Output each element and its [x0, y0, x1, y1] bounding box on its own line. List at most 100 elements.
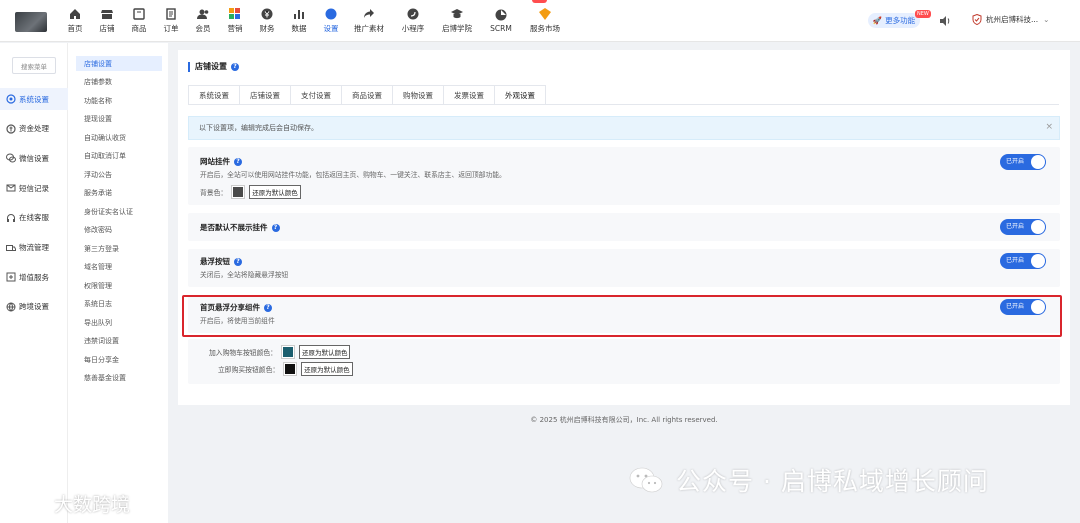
tab-1[interactable]: 店铺设置: [239, 85, 290, 105]
subnav-item[interactable]: 浮动公告: [76, 167, 162, 182]
float-button-toggle[interactable]: 已开启: [1000, 253, 1046, 269]
miniapp-icon: [407, 8, 419, 20]
nav-item-home[interactable]: 首页: [60, 0, 90, 42]
subnav-item[interactable]: 提现设置: [76, 112, 162, 127]
nav-item-settings[interactable]: 设置: [316, 0, 346, 42]
subnav-item[interactable]: 权限管理: [76, 278, 162, 293]
new-badge: NEW: [915, 10, 931, 18]
sidebar-item-gear[interactable]: 系统设置: [0, 88, 68, 110]
footer-copyright: © 2025 杭州启博科技有限公司，Inc. All rights reserv…: [530, 416, 718, 424]
hide-plugin-toggle[interactable]: 已开启: [1000, 219, 1046, 235]
nav-item-label: 财务: [259, 24, 275, 33]
top-navigation-bar: 首页 店铺 商品 订单 会员 营销 财务 数据 设置 推广素材 小程序 启博学院 SCRM 服务市场 HOT…: [0, 0, 1080, 42]
tab-3[interactable]: 商品设置: [341, 85, 392, 105]
site-plugin-toggle[interactable]: 已开启: [1000, 154, 1046, 170]
sidebar-item-wechat[interactable]: 微信设置: [0, 147, 68, 169]
tabs-divider: [188, 104, 1059, 105]
help-icon[interactable]: ?: [234, 257, 242, 266]
bg-color-row: 背景色： 还原为默认颜色: [200, 185, 301, 199]
sidebar-item-headset[interactable]: 在线客服: [0, 207, 68, 229]
help-icon[interactable]: ?: [231, 62, 239, 71]
subnav-item[interactable]: 域名管理: [76, 260, 162, 275]
subnav-item[interactable]: 第三方登录: [76, 241, 162, 256]
sidebar-item-globe[interactable]: 跨境设置: [0, 296, 68, 318]
store-logo[interactable]: [15, 12, 47, 32]
store-switcher[interactable]: 杭州启博科技... ⌄: [972, 14, 1049, 25]
sidebar-item-label: 资金处理: [19, 124, 49, 134]
sidebar-item-money[interactable]: 资金处理: [0, 118, 68, 140]
truck-icon: [6, 244, 16, 251]
tab-4[interactable]: 购物设置: [392, 85, 443, 105]
tab-0[interactable]: 系统设置: [188, 85, 239, 105]
sidebar-item-plus-service[interactable]: 增值服务: [0, 266, 68, 288]
data-icon: [293, 8, 305, 20]
nav-item-academy[interactable]: 启博学院: [436, 0, 478, 42]
nav-item-label: 设置: [323, 24, 339, 33]
nav-item-share[interactable]: 推广素材: [348, 0, 390, 42]
finance-icon: [261, 8, 273, 20]
nav-item-miniapp[interactable]: 小程序: [392, 0, 434, 42]
plus-service-icon: [6, 272, 16, 282]
hide-plugin-default-setting: 是否默认不展示挂件 ? 已开启: [188, 213, 1060, 241]
speaker-icon[interactable]: [939, 15, 951, 27]
goods-icon: [133, 8, 145, 20]
page-title: 店铺设置 ?: [188, 61, 239, 72]
money-icon: [6, 124, 16, 134]
nav-item-label: 小程序: [401, 24, 425, 33]
primary-sidebar: 搜索菜单 系统设置资金处理微信设置短信记录在线客服物流管理增值服务跨境设置: [0, 43, 68, 523]
nav-item-scrm[interactable]: SCRM: [480, 0, 522, 42]
sidebar-item-label: 物流管理: [19, 243, 49, 252]
sidebar-item-sms[interactable]: 短信记录: [0, 177, 68, 199]
menu-search-input[interactable]: 搜索菜单: [12, 57, 56, 74]
sidebar-item-label: 短信记录: [19, 183, 49, 193]
subnav-item[interactable]: 每日分享金: [76, 352, 162, 367]
tab-2[interactable]: 支付设置: [290, 85, 341, 105]
subnav-item[interactable]: 店铺参数: [76, 75, 162, 90]
nav-item-store[interactable]: 店铺: [92, 0, 122, 42]
autosave-notice: 以下设置项，编辑完成后会自动保存。 ×: [188, 116, 1060, 140]
subnav-item[interactable]: 慈善基金设置: [76, 371, 162, 386]
brand-watermark: 大数跨境: [10, 490, 130, 517]
nav-item-label: 推广素材: [354, 24, 384, 33]
bg-color-picker[interactable]: [231, 185, 246, 199]
nav-item-member[interactable]: 会员: [188, 0, 218, 42]
subnav-item[interactable]: 违禁词设置: [76, 334, 162, 349]
cart-color-picker[interactable]: [280, 345, 295, 359]
help-icon[interactable]: ?: [234, 157, 242, 166]
globe-icon: [6, 302, 16, 312]
nav-item-order[interactable]: 订单: [156, 0, 186, 42]
sidebar-item-truck[interactable]: 物流管理: [0, 237, 68, 259]
store-name-label: 杭州启博科技...: [986, 15, 1039, 24]
nav-item-finance[interactable]: 财务: [252, 0, 282, 42]
nav-item-market[interactable]: 服务市场 HOT: [524, 0, 566, 42]
subnav-item[interactable]: 修改密码: [76, 223, 162, 238]
subnav-item[interactable]: 店铺设置: [76, 56, 162, 71]
reset-color-button[interactable]: 还原为默认颜色: [301, 362, 353, 376]
subnav-item[interactable]: 系统日志: [76, 297, 162, 312]
subnav-item[interactable]: 功能名称: [76, 93, 162, 108]
nav-item-label: 营销: [227, 24, 243, 33]
sidebar-item-label: 微信设置: [19, 153, 49, 163]
tab-5[interactable]: 发票设置: [443, 85, 494, 105]
subnav-item[interactable]: 身份证实名认证: [76, 204, 162, 219]
setting-title: 网站挂件 ?: [200, 156, 242, 167]
sidebar-item-label: 在线客服: [19, 213, 49, 223]
help-icon[interactable]: ?: [271, 223, 280, 232]
subnav-item[interactable]: 服务承诺: [76, 186, 162, 201]
marketing-icon: [229, 8, 241, 20]
nav-item-data[interactable]: 数据: [284, 0, 314, 42]
nav-item-goods[interactable]: 商品: [124, 0, 154, 42]
chevron-down-icon: ⌄: [1043, 15, 1050, 24]
reset-color-button[interactable]: 还原为默认颜色: [249, 185, 301, 199]
setting-description: 开启后，全站可以使用网站挂件功能，包括返回主页、购物车、一键关注、联系店主、返回…: [200, 171, 506, 179]
subnav-item[interactable]: 自动确认收货: [76, 130, 162, 145]
subnav-item[interactable]: 自动取消订单: [76, 149, 162, 164]
tab-6[interactable]: 外观设置: [494, 85, 546, 105]
buy-color-picker[interactable]: [283, 362, 298, 376]
settings-panel: 店铺设置 ? 系统设置 店铺设置 支付设置 商品设置 购物设置 发票设置 外观设置 以下设置…: [178, 50, 1070, 405]
nav-item-marketing[interactable]: 营销: [220, 0, 250, 42]
reset-color-button[interactable]: 还原为默认颜色: [298, 345, 351, 359]
close-icon[interactable]: ×: [1045, 122, 1053, 132]
more-features-button[interactable]: 🚀 更多功能: [868, 13, 920, 28]
subnav-item[interactable]: 导出队列: [76, 315, 162, 330]
